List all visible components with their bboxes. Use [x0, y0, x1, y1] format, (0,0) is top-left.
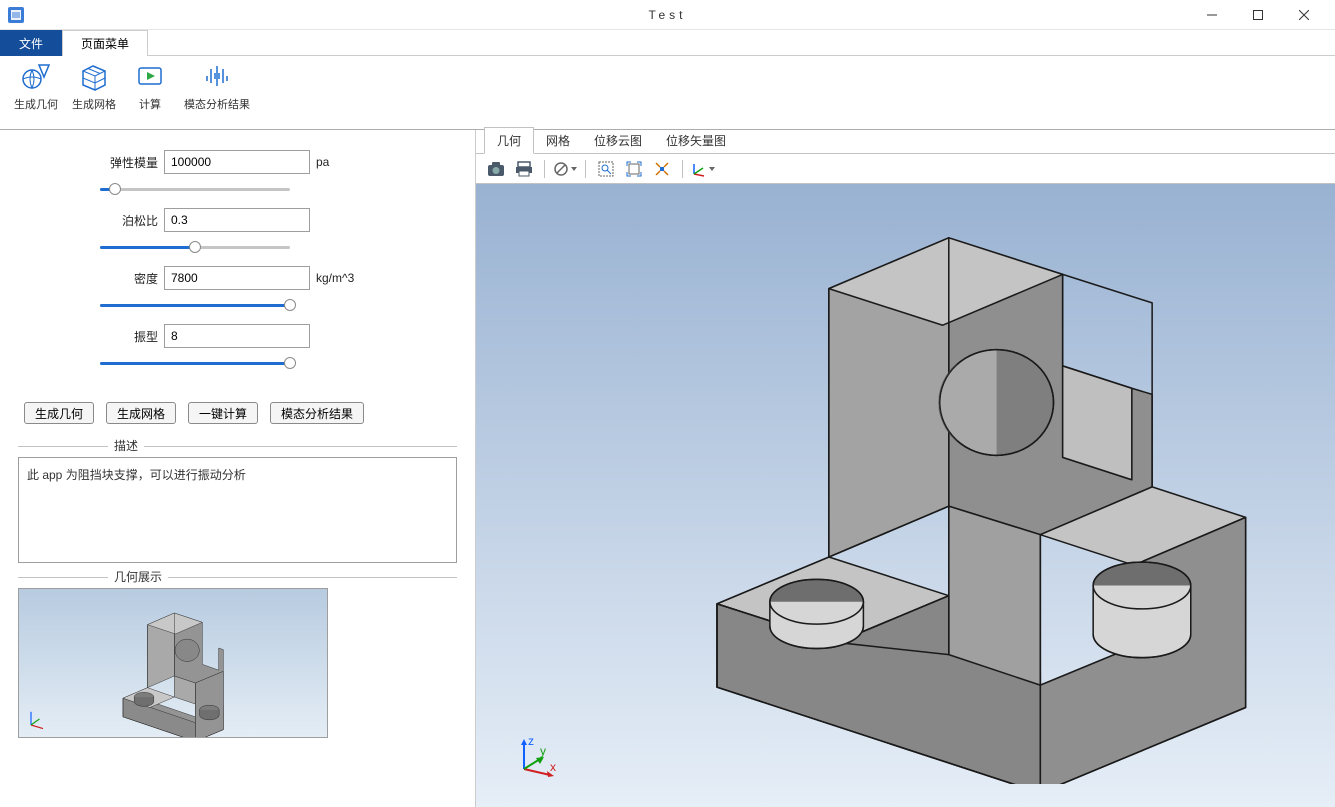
zoom-box-icon[interactable]	[594, 157, 618, 181]
zoom-extents-icon[interactable]	[622, 157, 646, 181]
viewer-panel: 几何 网格 位移云图 位移矢量图	[476, 130, 1335, 807]
ribbon-gen-geom[interactable]: 生成几何	[14, 60, 58, 112]
axis-gizmo: z x y	[516, 737, 556, 777]
tab-disp-vector[interactable]: 位移矢量图	[654, 128, 738, 153]
compute-button[interactable]: 一键计算	[188, 402, 258, 424]
poisson-ratio-slider[interactable]	[100, 238, 290, 256]
model-3d	[656, 204, 1266, 784]
svg-text:x: x	[550, 760, 556, 774]
mode-shape-input[interactable]	[164, 324, 310, 348]
geom-preview-fieldset: 几何展示	[18, 577, 457, 738]
play-icon	[134, 60, 166, 92]
viewer-toolbar	[476, 154, 1335, 184]
close-button[interactable]	[1281, 0, 1327, 30]
density-input[interactable]	[164, 266, 310, 290]
3d-viewport[interactable]: z x y	[476, 184, 1335, 807]
description-legend: 描述	[108, 437, 144, 454]
print-icon[interactable]	[512, 157, 536, 181]
page-menu-tab[interactable]: 页面菜单	[62, 30, 148, 56]
tab-geometry[interactable]: 几何	[484, 127, 534, 154]
geom-preview-viewport[interactable]	[18, 588, 328, 738]
ribbon-tabs: 文件 页面菜单	[0, 30, 1335, 56]
minimize-button[interactable]	[1189, 0, 1235, 30]
mode-shape-label: 振型	[98, 328, 158, 345]
titlebar: Test	[0, 0, 1335, 30]
ribbon-gen-mesh-label: 生成网格	[72, 96, 116, 112]
ribbon-modal-result-label: 模态分析结果	[184, 96, 250, 112]
elastic-modulus-label: 弹性模量	[98, 154, 158, 171]
viewer-tabs: 几何 网格 位移云图 位移矢量图	[476, 130, 1335, 154]
screenshot-icon[interactable]	[484, 157, 508, 181]
mode-shape-slider[interactable]	[100, 354, 290, 372]
app-icon	[8, 7, 24, 23]
description-fieldset: 描述 此 app 为阻挡块支撑，可以进行振动分析	[18, 446, 457, 563]
file-tab[interactable]: 文件	[0, 30, 62, 56]
ribbon-compute-label: 计算	[139, 96, 161, 112]
svg-text:z: z	[528, 737, 534, 748]
gen-geom-button[interactable]: 生成几何	[24, 402, 94, 424]
ribbon-gen-geom-label: 生成几何	[14, 96, 58, 112]
poisson-ratio-input[interactable]	[164, 208, 310, 232]
ribbon-compute[interactable]: 计算	[130, 60, 170, 112]
elastic-modulus-slider[interactable]	[100, 180, 290, 198]
zoom-selected-icon[interactable]	[650, 157, 674, 181]
poisson-ratio-label: 泊松比	[98, 212, 158, 229]
tab-mesh[interactable]: 网格	[534, 128, 582, 153]
geom-preview-legend: 几何展示	[108, 568, 168, 585]
preview-axis-gizmo	[25, 707, 49, 731]
modal-wave-icon	[201, 60, 233, 92]
maximize-button[interactable]	[1235, 0, 1281, 30]
sphere-cone-icon	[20, 60, 52, 92]
no-selection-icon[interactable]	[553, 157, 577, 181]
elastic-modulus-input[interactable]	[164, 150, 310, 174]
axis-triad-icon[interactable]	[691, 157, 715, 181]
mesh-cube-icon	[78, 60, 110, 92]
ribbon-gen-mesh[interactable]: 生成网格	[72, 60, 116, 112]
preview-model	[109, 599, 249, 738]
parameter-panel: 弹性模量 pa 泊松比 密度 kg/m^3	[0, 130, 476, 807]
window-title: Test	[648, 8, 686, 22]
tab-disp-contour[interactable]: 位移云图	[582, 128, 654, 153]
density-slider[interactable]	[100, 296, 290, 314]
elastic-modulus-unit: pa	[316, 155, 329, 169]
density-label: 密度	[98, 270, 158, 287]
density-unit: kg/m^3	[316, 271, 354, 285]
svg-text:y: y	[540, 744, 546, 758]
modal-result-button[interactable]: 模态分析结果	[270, 402, 364, 424]
ribbon-modal-result[interactable]: 模态分析结果	[184, 60, 250, 112]
description-text: 此 app 为阻挡块支撑，可以进行振动分析	[18, 457, 457, 563]
ribbon: 生成几何 生成网格 计算 模态分析结果	[0, 56, 1335, 130]
gen-mesh-button[interactable]: 生成网格	[106, 402, 176, 424]
